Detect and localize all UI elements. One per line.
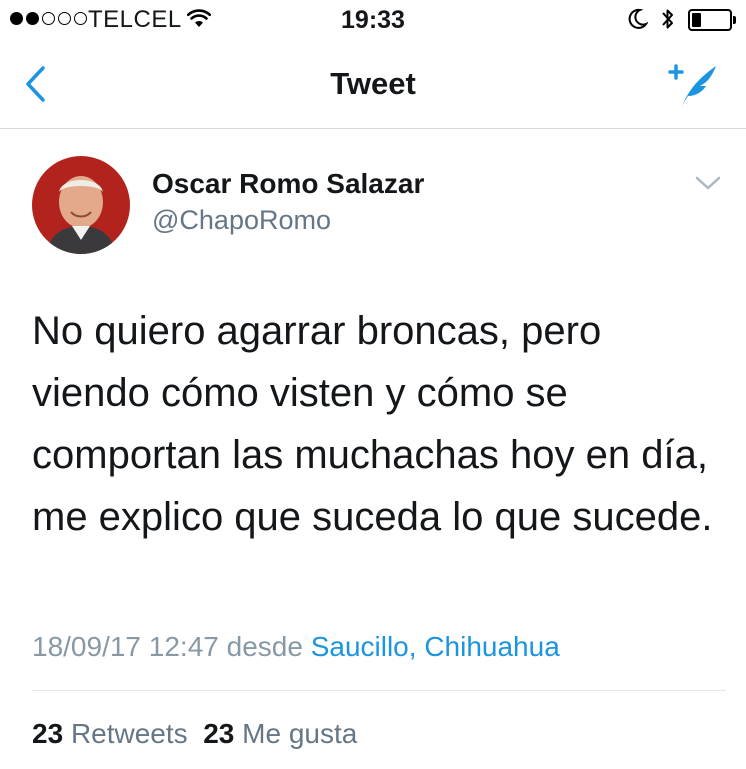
page-title: Tweet <box>330 66 416 101</box>
navigation-bar: Tweet <box>0 40 746 129</box>
likes-label: Me gusta <box>242 718 358 749</box>
likes-stat[interactable]: 23 Me gusta <box>203 718 357 749</box>
battery-level <box>692 13 701 27</box>
author-handle[interactable]: @ChapoRomo <box>152 205 331 236</box>
from-label: desde <box>226 631 303 662</box>
status-bar: TELCEL 19:33 <box>0 0 746 40</box>
avatar[interactable] <box>32 156 130 254</box>
tweet-timestamp: 18/09/17 12:47 <box>32 631 219 662</box>
tweet-meta: 18/09/17 12:47 desde Saucillo, Chihuahua <box>32 631 560 663</box>
tweet-text: No quiero agarrar broncas, pero viendo c… <box>32 309 713 539</box>
bluetooth-icon <box>660 6 676 37</box>
do-not-disturb-moon-icon <box>628 8 649 35</box>
retweets-stat[interactable]: 23 Retweets <box>32 718 188 749</box>
retweets-label: Retweets <box>70 718 188 749</box>
battery-icon <box>688 9 736 31</box>
tweet-location-link[interactable]: Saucillo, Chihuahua <box>311 631 560 662</box>
divider <box>32 690 726 691</box>
author-name[interactable]: Oscar Romo Salazar <box>152 168 424 200</box>
battery-terminal <box>733 16 736 24</box>
tweet-stats: 23 Retweets 23 Me gusta <box>32 718 357 750</box>
compose-tweet-icon[interactable] <box>668 62 720 113</box>
retweets-count: 23 <box>32 718 64 749</box>
chevron-down-icon[interactable] <box>694 174 722 197</box>
likes-count: 23 <box>203 718 235 749</box>
